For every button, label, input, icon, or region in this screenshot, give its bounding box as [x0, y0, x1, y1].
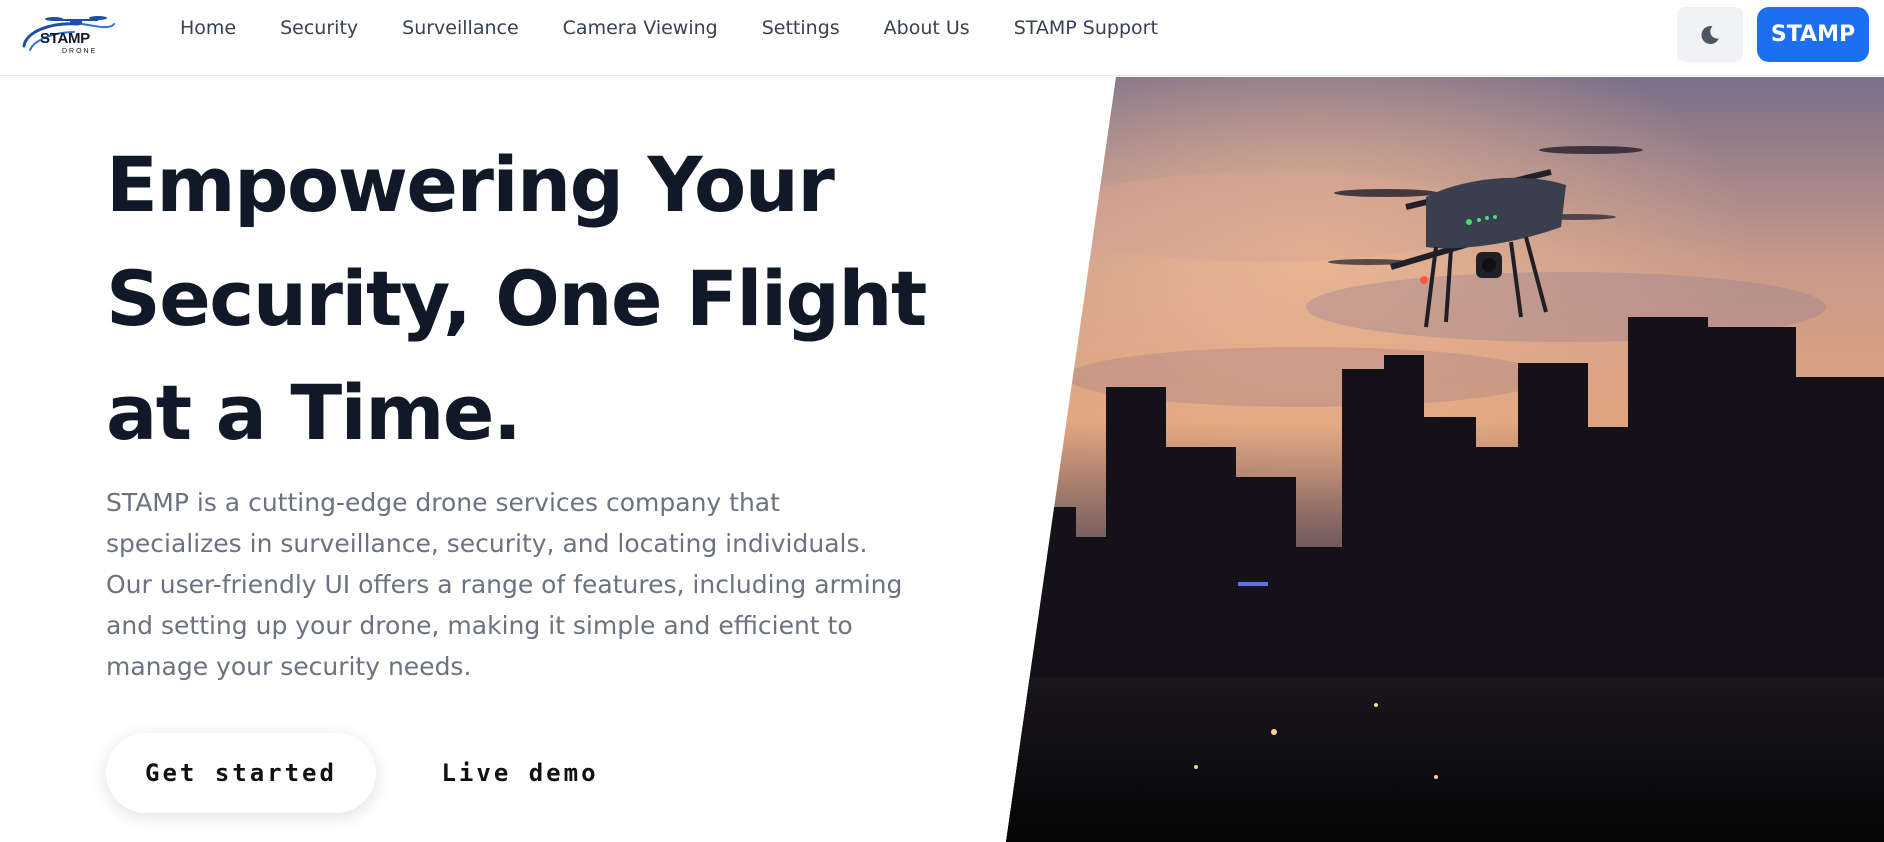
theme-toggle-button[interactable]	[1677, 7, 1743, 62]
main-nav: Home Security Surveillance Camera Viewin…	[180, 16, 1158, 44]
live-demo-button[interactable]: Live demo	[420, 733, 620, 813]
stamp-drone-logo[interactable]: STAMP DRONE	[20, 10, 116, 56]
nav-home[interactable]: Home	[180, 16, 236, 44]
nav-camera-viewing[interactable]: Camera Viewing	[563, 16, 718, 44]
stamp-cta-button[interactable]: STAMP	[1757, 7, 1869, 62]
get-started-button[interactable]: Get started	[106, 733, 376, 813]
nav-settings[interactable]: Settings	[762, 16, 840, 44]
nav-stamp-support[interactable]: STAMP Support	[1014, 16, 1158, 44]
hero-title: Empowering Your Security, One Flight at …	[106, 140, 927, 457]
hero-description: STAMP is a cutting-edge drone services c…	[106, 488, 903, 681]
nav-about-us[interactable]: About Us	[884, 16, 970, 44]
nav-security[interactable]: Security	[280, 16, 358, 44]
logo-wordmark: STAMP	[40, 30, 90, 47]
moon-icon	[1701, 25, 1719, 44]
nav-surveillance[interactable]: Surveillance	[402, 16, 519, 44]
top-navbar: STAMP DRONE Home Security Surveillance C…	[0, 0, 1884, 76]
hero-drone-city-image	[1006, 77, 1884, 842]
logo-subtext: DRONE	[62, 48, 98, 55]
